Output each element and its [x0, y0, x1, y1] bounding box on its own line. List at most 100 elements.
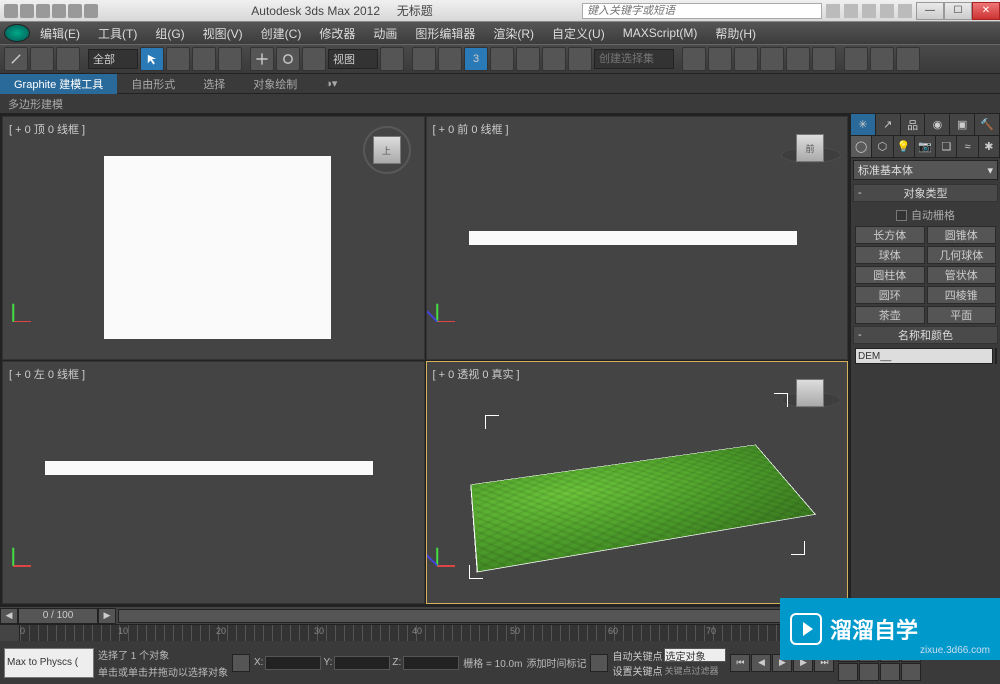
- qat-redo-icon[interactable]: [68, 4, 82, 18]
- display-tab-icon[interactable]: ▣: [950, 114, 975, 135]
- viewport-top[interactable]: [ + 0 顶 0 线框 ] 上: [2, 116, 425, 360]
- menu-customize[interactable]: 自定义(U): [544, 23, 613, 44]
- category-dropdown[interactable]: 标准基本体▾: [853, 160, 998, 180]
- scale-icon[interactable]: [302, 47, 326, 71]
- utilities-tab-icon[interactable]: 🔨: [975, 114, 1000, 135]
- helpers-icon[interactable]: ❏: [936, 136, 957, 157]
- plane-button[interactable]: 平面: [927, 306, 997, 324]
- hierarchy-tab-icon[interactable]: 品: [901, 114, 926, 135]
- ribbon-expand-icon[interactable]: ◑▾: [311, 74, 351, 94]
- select-object-icon[interactable]: [140, 47, 164, 71]
- menu-rendering[interactable]: 渲染(R): [485, 23, 542, 44]
- viewport-perspective[interactable]: [ + 0 透视 0 真实 ]: [426, 361, 849, 605]
- rollout-name-color[interactable]: - 名称和颜色: [853, 326, 998, 344]
- selection-filter-dropdown[interactable]: 全部: [88, 49, 138, 69]
- menu-help[interactable]: 帮助(H): [707, 23, 764, 44]
- mirror-icon[interactable]: [682, 47, 706, 71]
- trackbar-toggle-icon[interactable]: [0, 625, 20, 641]
- tab-graphite[interactable]: Graphite 建模工具: [0, 74, 117, 94]
- tab-selection[interactable]: 选择: [189, 74, 239, 94]
- curve-editor-icon[interactable]: [760, 47, 784, 71]
- keyfilter-button[interactable]: 关键点过滤器: [664, 664, 718, 677]
- use-center-icon[interactable]: [380, 47, 404, 71]
- viewport-label[interactable]: [ + 0 顶 0 线框 ]: [9, 121, 85, 137]
- select-by-name-icon[interactable]: [166, 47, 190, 71]
- qat-undo-icon[interactable]: [52, 4, 66, 18]
- viewcube[interactable]: 前: [785, 123, 835, 173]
- percent-snap-icon[interactable]: [516, 47, 540, 71]
- sphere-button[interactable]: 球体: [855, 246, 925, 264]
- coord-y-input[interactable]: [334, 656, 390, 670]
- viewport-left[interactable]: [ + 0 左 0 线框 ]: [2, 361, 425, 605]
- named-selection-input[interactable]: [594, 49, 674, 69]
- terrain-object[interactable]: [470, 445, 815, 573]
- rendered-frame-icon[interactable]: [870, 47, 894, 71]
- create-tab-icon[interactable]: ✳: [851, 114, 876, 135]
- ribbon-panel-label[interactable]: 多边形建模: [8, 96, 63, 112]
- systems-icon[interactable]: ✱: [979, 136, 1000, 157]
- geosphere-button[interactable]: 几何球体: [927, 246, 997, 264]
- link-icon[interactable]: [4, 47, 28, 71]
- menu-tools[interactable]: 工具(T): [90, 23, 145, 44]
- snap-toggle-icon[interactable]: 3: [464, 47, 488, 71]
- color-swatch[interactable]: [995, 348, 997, 364]
- menu-group[interactable]: 组(G): [147, 23, 192, 44]
- infocenter-search-input[interactable]: [582, 3, 822, 19]
- viewport-front[interactable]: [ + 0 前 0 线框 ] 前: [426, 116, 849, 360]
- tab-objpaint[interactable]: 对象绘制: [239, 74, 311, 94]
- frame-indicator[interactable]: 0 / 100: [18, 608, 98, 624]
- rollout-object-type[interactable]: - 对象类型: [853, 184, 998, 202]
- spinner-snap-icon[interactable]: [542, 47, 566, 71]
- viewcube[interactable]: [785, 368, 835, 418]
- coord-z-input[interactable]: [403, 656, 459, 670]
- render-production-icon[interactable]: [896, 47, 920, 71]
- key-icon[interactable]: [590, 654, 608, 672]
- next-frame-button[interactable]: ▶: [98, 608, 116, 624]
- spacewarps-icon[interactable]: ≈: [957, 136, 978, 157]
- cylinder-button[interactable]: 圆柱体: [855, 266, 925, 284]
- select-region-icon[interactable]: [192, 47, 216, 71]
- app-menu-button[interactable]: [4, 24, 30, 42]
- tube-button[interactable]: 管状体: [927, 266, 997, 284]
- teapot-button[interactable]: 茶壶: [855, 306, 925, 324]
- cone-button[interactable]: 圆锥体: [927, 226, 997, 244]
- angle-snap-icon[interactable]: [490, 47, 514, 71]
- viewcube[interactable]: 上: [362, 125, 412, 175]
- prev-key-icon[interactable]: ◀: [751, 654, 771, 672]
- minimize-button[interactable]: —: [916, 2, 944, 20]
- object-name-input[interactable]: [855, 348, 993, 364]
- add-time-tag[interactable]: 添加时间标记: [526, 655, 586, 670]
- tab-freeform[interactable]: 自由形式: [117, 74, 189, 94]
- menu-grapheditors[interactable]: 图形编辑器: [407, 23, 483, 44]
- qat-open-icon[interactable]: [20, 4, 34, 18]
- layers-icon[interactable]: [734, 47, 758, 71]
- maximize-viewport-icon[interactable]: [901, 663, 921, 681]
- torus-button[interactable]: 圆环: [855, 286, 925, 304]
- motion-tab-icon[interactable]: ◉: [925, 114, 950, 135]
- material-editor-icon[interactable]: [812, 47, 836, 71]
- lights-icon[interactable]: 💡: [894, 136, 915, 157]
- qat-more-icon[interactable]: [84, 4, 98, 18]
- edit-named-sel-icon[interactable]: [568, 47, 592, 71]
- menu-create[interactable]: 创建(C): [253, 23, 310, 44]
- ref-coord-dropdown[interactable]: 视图: [328, 49, 378, 69]
- menu-animation[interactable]: 动画: [365, 23, 405, 44]
- fov-icon[interactable]: [838, 663, 858, 681]
- pyramid-button[interactable]: 四棱锥: [927, 286, 997, 304]
- autogrid-checkbox[interactable]: [896, 210, 907, 221]
- manipulate-icon[interactable]: [412, 47, 436, 71]
- shapes-icon[interactable]: ⬡: [872, 136, 893, 157]
- favorites-icon[interactable]: [880, 4, 894, 18]
- key-target-input[interactable]: [664, 648, 726, 662]
- script-listener[interactable]: Max to Physcs (: [4, 648, 94, 678]
- help-icon[interactable]: [898, 4, 912, 18]
- close-button[interactable]: ✕: [972, 2, 1000, 20]
- align-icon[interactable]: [708, 47, 732, 71]
- exchange-icon[interactable]: [862, 4, 876, 18]
- viewport-label[interactable]: [ + 0 前 0 线框 ]: [433, 121, 509, 137]
- window-crossing-icon[interactable]: [218, 47, 242, 71]
- bind-icon[interactable]: [56, 47, 80, 71]
- schematic-view-icon[interactable]: [786, 47, 810, 71]
- pan-icon[interactable]: [859, 663, 879, 681]
- qat-new-icon[interactable]: [4, 4, 18, 18]
